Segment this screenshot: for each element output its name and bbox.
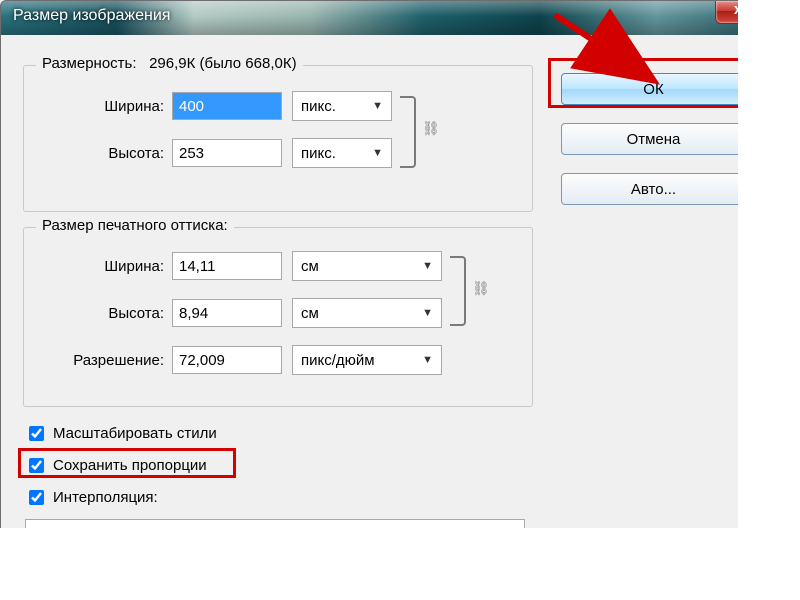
link-icon: ⛓ bbox=[422, 120, 440, 137]
print-size-legend: Размер печатного оттиска: bbox=[36, 217, 234, 234]
pixel-dims-legend: Размерность: 296,9К (было 668,0К) bbox=[36, 55, 303, 72]
torn-edge-bottom bbox=[0, 528, 800, 600]
print-height-unit-label: см bbox=[301, 305, 319, 322]
print-width-unit-label: см bbox=[301, 258, 319, 275]
width-input[interactable] bbox=[172, 92, 282, 120]
scale-styles-input[interactable] bbox=[29, 426, 44, 441]
width-unit-select[interactable]: пикс. ▼ bbox=[292, 91, 392, 121]
resolution-unit-select[interactable]: пикс/дюйм ▼ bbox=[292, 345, 442, 375]
window-title: Размер изображения bbox=[13, 7, 170, 25]
constrain-proportions-checkbox[interactable]: Сохранить пропорции bbox=[25, 455, 207, 476]
link-bracket bbox=[400, 96, 416, 168]
link-icon: ⛓ bbox=[472, 280, 490, 297]
height-unit-label: пикс. bbox=[301, 145, 336, 162]
chevron-down-icon: ▼ bbox=[422, 260, 433, 272]
resolution-input[interactable] bbox=[172, 346, 282, 374]
constrain-proportions-label: Сохранить пропорции bbox=[53, 457, 207, 474]
resample-label: Интерполяция: bbox=[53, 489, 158, 506]
cancel-button[interactable]: Отмена bbox=[561, 123, 746, 155]
height-label: Высота: bbox=[24, 145, 164, 162]
print-size-group: Размер печатного оттиска: Ширина: см▼ Вы… bbox=[23, 227, 533, 407]
height-input[interactable] bbox=[172, 139, 282, 167]
print-height-unit-select[interactable]: см ▼ bbox=[292, 298, 442, 328]
width-label: Ширина: bbox=[24, 98, 164, 115]
print-height-input[interactable] bbox=[172, 299, 282, 327]
height-unit-select[interactable]: пикс. ▼ bbox=[292, 138, 392, 168]
titlebar[interactable]: Размер изображения x bbox=[1, 1, 771, 35]
chevron-down-icon: ▼ bbox=[422, 307, 433, 319]
image-size-dialog: Размер изображения x Размерность: 296,9К… bbox=[0, 0, 772, 562]
chevron-down-icon: ▼ bbox=[372, 100, 383, 112]
chevron-down-icon: ▼ bbox=[372, 147, 383, 159]
scale-styles-checkbox[interactable]: Масштабировать стили bbox=[25, 423, 217, 444]
resample-input[interactable] bbox=[29, 490, 44, 505]
print-width-input[interactable] bbox=[172, 252, 282, 280]
link-bracket bbox=[450, 256, 466, 326]
torn-edge-right bbox=[738, 0, 800, 570]
print-width-label: Ширина: bbox=[24, 258, 164, 275]
resolution-label: Разрешение: bbox=[24, 352, 164, 369]
print-width-unit-select[interactable]: см ▼ bbox=[292, 251, 442, 281]
width-unit-label: пикс. bbox=[301, 98, 336, 115]
print-height-label: Высота: bbox=[24, 305, 164, 322]
chevron-down-icon: ▼ bbox=[422, 354, 433, 366]
constrain-proportions-input[interactable] bbox=[29, 458, 44, 473]
ok-button[interactable]: ОК bbox=[561, 73, 746, 105]
auto-button[interactable]: Авто... bbox=[561, 173, 746, 205]
resample-checkbox[interactable]: Интерполяция: bbox=[25, 487, 158, 508]
pixel-dimensions-group: Размерность: 296,9К (было 668,0К) Ширина… bbox=[23, 65, 533, 212]
resolution-unit-label: пикс/дюйм bbox=[301, 352, 375, 369]
scale-styles-label: Масштабировать стили bbox=[53, 425, 217, 442]
